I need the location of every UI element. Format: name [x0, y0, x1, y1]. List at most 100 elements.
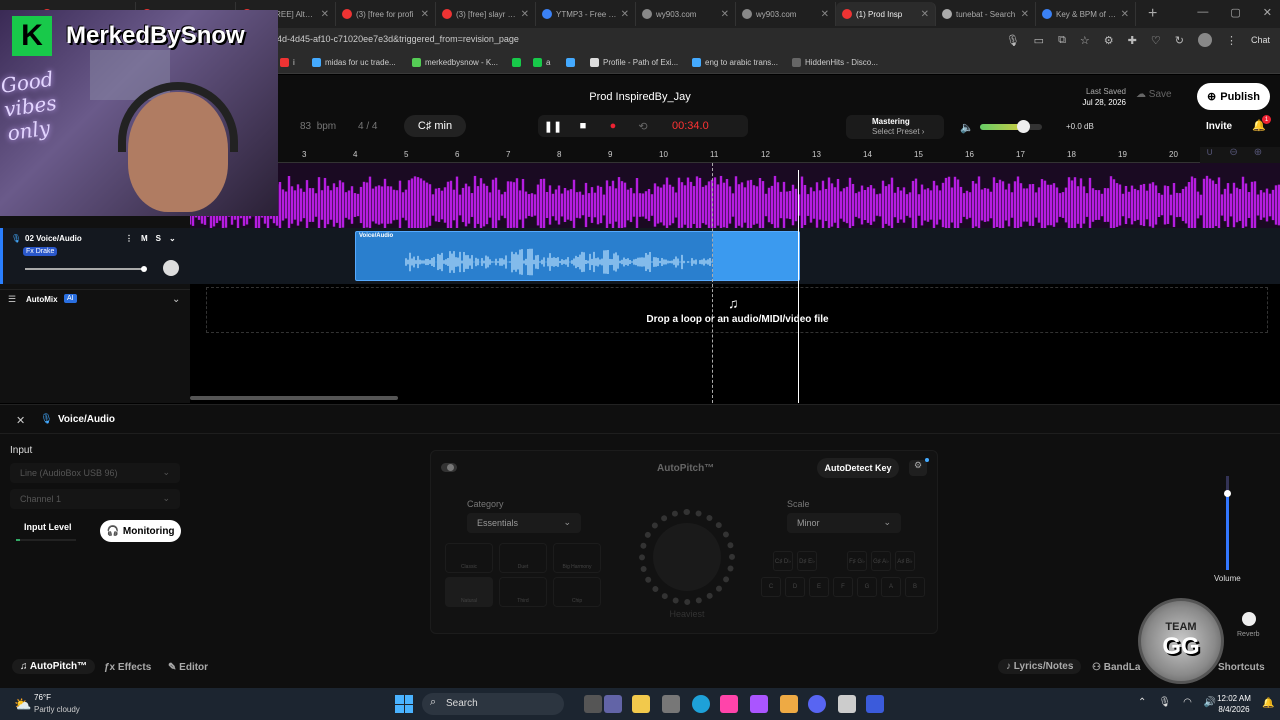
file-explorer-icon[interactable] [632, 695, 650, 713]
close-icon[interactable]: ✕ [16, 414, 25, 427]
bookmark-item[interactable]: HiddenHits - Disco... [792, 58, 878, 67]
track-1-waveform[interactable] [190, 163, 1280, 228]
close-icon[interactable]: ✕ [521, 9, 529, 20]
chrome-icon[interactable] [780, 695, 798, 713]
playhead[interactable] [798, 170, 799, 403]
note-key[interactable]: E [809, 577, 829, 597]
settings-app-icon[interactable] [838, 695, 856, 713]
note-key[interactable]: F [833, 577, 853, 597]
note-key[interactable]: D [785, 577, 805, 597]
more-icon[interactable]: ⋮ [125, 234, 133, 243]
zoom-in-icon[interactable]: ⊕ [1254, 147, 1262, 163]
wifi-icon[interactable]: ◠ [1183, 697, 1192, 708]
edge-icon[interactable] [692, 695, 710, 713]
save-button[interactable]: ☁ Save [1136, 89, 1172, 100]
bpm-display[interactable]: 83 bpm [300, 121, 336, 132]
tab-shortcuts[interactable]: Shortcuts [1218, 662, 1265, 673]
pause-icon[interactable]: ❚❚ [538, 115, 568, 137]
menu-icon[interactable]: ⋮ [1226, 34, 1237, 47]
task-view-icon[interactable] [584, 695, 602, 713]
chevron-down-icon[interactable]: ⌄ [172, 294, 180, 305]
strength-knob[interactable] [653, 523, 721, 591]
track-2-volume-knob[interactable] [141, 266, 147, 272]
timeline-ruler[interactable]: 3 4 5 6 7 8 9 10 11 12 13 14 15 16 17 18 19 20 [190, 147, 1200, 163]
solo-button[interactable]: S [156, 234, 161, 243]
track-2-pan-knob[interactable] [163, 260, 179, 276]
profile-avatar[interactable] [1197, 33, 1212, 47]
input-device-select[interactable]: Line (AudioBox USB 96) ⌄ [10, 463, 180, 483]
note-key[interactable]: D♯ E♭ [797, 551, 817, 571]
start-button[interactable] [395, 695, 413, 713]
close-icon[interactable]: ✕ [821, 9, 829, 20]
close-icon[interactable]: ✕ [1121, 9, 1129, 20]
close-icon[interactable]: ✕ [921, 9, 929, 20]
preset-third[interactable]: Third [499, 577, 547, 607]
note-key[interactable]: C♯ D♭ [773, 551, 793, 571]
horizontal-scrollbar[interactable] [190, 396, 398, 400]
browser-tab[interactable]: tunebat - Search ✕ [936, 2, 1036, 26]
chevron-down-icon[interactable]: ⌄ [169, 234, 176, 243]
note-key[interactable]: G♯ A♭ [871, 551, 891, 571]
tab-bandlab[interactable]: ⚇ BandLa [1092, 662, 1140, 673]
app-icon[interactable] [866, 695, 884, 713]
puzzle-icon[interactable]: ✚ [1128, 34, 1137, 47]
track-2-fx-badge[interactable]: Fx Drake [23, 247, 58, 256]
track-2-name[interactable]: 02 Voice/Audio [25, 234, 82, 243]
preset-duet[interactable]: Duet [499, 543, 547, 573]
scale-select[interactable]: Minor ⌄ [787, 513, 901, 533]
mute-button[interactable]: M [141, 234, 148, 243]
monitoring-button[interactable]: 🎧 Monitoring [100, 520, 181, 542]
settings-icon[interactable]: ⚙ [909, 460, 927, 476]
microphone-icon[interactable]: 🎙 [1006, 34, 1020, 47]
note-key[interactable]: F♯ G♭ [847, 551, 867, 571]
extensions-icon[interactable]: ⚙ [1104, 34, 1114, 47]
stop-icon[interactable]: ■ [568, 115, 598, 137]
weather-icon[interactable]: ⛅ [14, 696, 31, 713]
project-title[interactable]: Prod InspiredBy_Jay [560, 91, 720, 103]
bookmark-item[interactable] [512, 58, 525, 67]
close-icon[interactable]: ✕ [321, 9, 329, 20]
bookmark-item[interactable]: midas for uc trade... [312, 58, 396, 67]
note-key[interactable]: A [881, 577, 901, 597]
bookmark-item[interactable]: eng to arabic trans... [692, 58, 778, 67]
mastering-button[interactable]: Mastering Select Preset › [846, 115, 944, 139]
browser-tab[interactable]: (1) Prod Insp ✕ [836, 2, 936, 26]
note-key[interactable]: C [761, 577, 781, 597]
weather-temperature[interactable]: 76°F [34, 693, 51, 702]
share-icon[interactable]: ⧉ [1058, 34, 1066, 47]
track-2-volume-slider[interactable] [25, 266, 147, 272]
preset-classic[interactable]: Classic [445, 543, 493, 573]
taskbar-search[interactable]: ⌕ Search [422, 693, 564, 715]
automix-row[interactable]: ☰ AutoMix AI ⌄ [0, 289, 190, 309]
bookmark-item[interactable]: Profile - Path of Exi... [590, 58, 678, 67]
preset-big-harmony[interactable]: Big Harmony [553, 543, 601, 573]
close-icon[interactable]: ✕ [421, 9, 429, 20]
zoom-out-icon[interactable]: ⊖ [1229, 147, 1237, 163]
copilot-icon[interactable] [750, 695, 768, 713]
new-tab-button[interactable]: + [1148, 5, 1157, 23]
preset-chip[interactable]: Chip [553, 577, 601, 607]
loop-icon[interactable]: ⟲ [628, 115, 658, 137]
panel-volume-slider[interactable] [1224, 476, 1231, 570]
clock[interactable]: 12:02 AM 8/4/2026 [1214, 693, 1254, 715]
url-text[interactable]: 44d-4d45-af10-c71020ee7e3d&triggered_fro… [272, 34, 519, 44]
autodetect-key-button[interactable]: AutoDetect Key [817, 458, 899, 478]
close-window-icon[interactable]: ✕ [1263, 6, 1272, 19]
bookmark-item[interactable] [566, 58, 579, 67]
note-key[interactable]: G [857, 577, 877, 597]
note-key[interactable]: B [905, 577, 925, 597]
note-key[interactable]: A♯ B♭ [895, 551, 915, 571]
tab-editor[interactable]: ✎ Editor [168, 662, 208, 673]
speaker-icon[interactable]: 🔈 [960, 121, 974, 134]
star-icon[interactable]: ☆ [1080, 34, 1090, 47]
master-volume-slider[interactable] [980, 120, 1042, 133]
key-button[interactable]: C♯ min [404, 115, 466, 137]
chat-button[interactable]: Chat [1251, 35, 1270, 45]
browser-tab[interactable]: YTMP3 - Free You ✕ [536, 2, 636, 26]
favorites-icon[interactable]: ♡ [1151, 34, 1161, 47]
panel-volume-knob[interactable] [1224, 489, 1231, 497]
preset-natural[interactable]: Natural [445, 577, 493, 607]
reverb-knob[interactable] [1242, 612, 1256, 626]
maximize-icon[interactable]: ▢ [1230, 6, 1240, 19]
store-icon[interactable] [662, 695, 680, 713]
